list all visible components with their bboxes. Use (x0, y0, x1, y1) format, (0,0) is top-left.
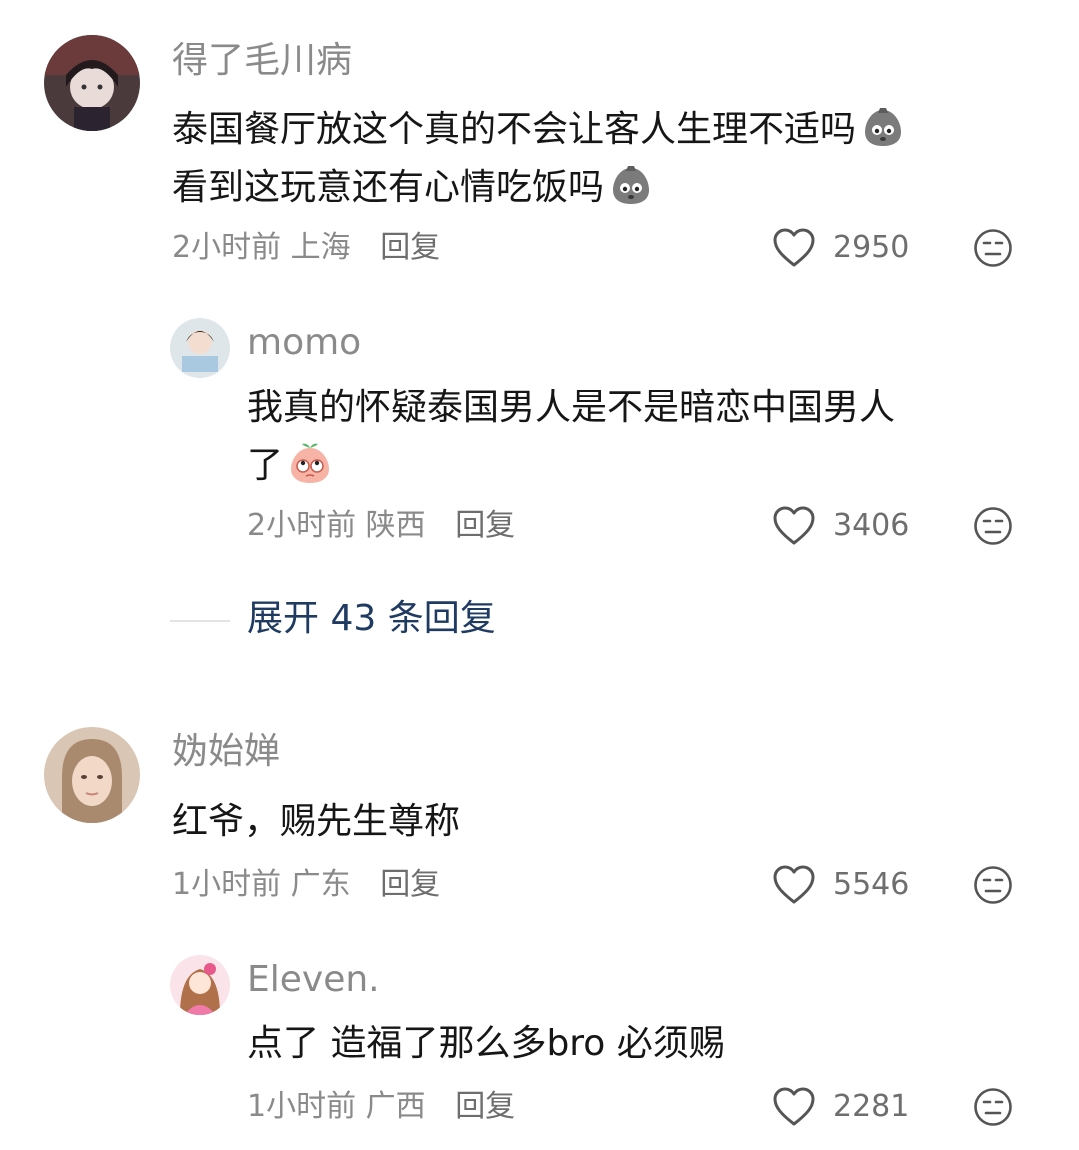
expand-replies-button[interactable]: 展开 43 条回复 (247, 595, 496, 643)
avatar[interactable] (170, 318, 230, 378)
comment-text: 我真的怀疑泰国男人是不是暗恋中国男人 了 (247, 379, 895, 495)
comment-line: 点了 造福了那么多bro 必须赐 (247, 1023, 725, 1064)
username[interactable]: 妫始婵 (172, 730, 280, 774)
like-button[interactable]: 2281 (771, 1083, 909, 1131)
reply-button[interactable]: 回复 (455, 1089, 515, 1124)
like-button[interactable]: 2950 (771, 224, 909, 272)
location: 广东 (290, 867, 351, 902)
timestamp: 2小时前 (172, 230, 282, 265)
dislike-button[interactable] (973, 865, 1013, 905)
location: 广西 (365, 1089, 426, 1124)
avatar[interactable] (44, 727, 140, 823)
heart-outline-icon (773, 1087, 815, 1126)
comment-text: 泰国餐厅放这个真的不会让客人生理不适吗 看到这玩意还有心情吃饭吗 (172, 101, 906, 217)
timestamp: 1小时前 (247, 1089, 357, 1124)
comment-meta: 2小时前 陕西 回复 (247, 506, 515, 546)
like-count: 3406 (833, 508, 910, 543)
comment-meta: 2小时前 上海 回复 (172, 228, 440, 268)
comment-line: 我真的怀疑泰国男人是不是暗恋中国男人 (247, 387, 896, 428)
comment-line: 泰国餐厅放这个真的不会让客人生理不适吗 (172, 109, 857, 150)
comment-line: 了 (247, 445, 284, 486)
grey-sweat-emoji-icon (860, 104, 906, 150)
like-count: 2281 (833, 1089, 910, 1124)
comment-text: 点了 造福了那么多bro 必须赐 (247, 1015, 725, 1073)
comment-meta: 1小时前 广西 回复 (247, 1087, 515, 1127)
reply-button[interactable]: 回复 (455, 508, 515, 543)
dislike-button[interactable] (973, 1087, 1013, 1127)
timestamp: 2小时前 (247, 508, 357, 543)
dislike-button[interactable] (973, 506, 1013, 546)
like-count: 2950 (833, 230, 910, 265)
avatar[interactable] (44, 35, 140, 131)
comment-line: 红爷，赐先生尊称 (172, 801, 461, 842)
like-count: 5546 (833, 867, 910, 902)
timestamp: 1小时前 (172, 867, 282, 902)
unhappy-face-icon (974, 866, 1012, 904)
heart-outline-icon (773, 865, 815, 904)
location: 陕西 (365, 508, 426, 543)
location: 上海 (290, 230, 351, 265)
avatar[interactable] (170, 955, 230, 1015)
grey-sweat-emoji-icon (608, 162, 654, 208)
unhappy-face-icon (974, 229, 1012, 267)
heart-outline-icon (773, 228, 815, 267)
username[interactable]: momo (247, 321, 361, 365)
like-button[interactable]: 5546 (771, 861, 909, 909)
unhappy-face-icon (974, 507, 1012, 545)
reply-button[interactable]: 回复 (380, 230, 440, 265)
comment-text: 红爷，赐先生尊称 (172, 793, 460, 851)
heart-outline-icon (773, 506, 815, 545)
comment-meta: 1小时前 广东 回复 (172, 865, 440, 905)
expand-divider (170, 620, 230, 622)
username[interactable]: 得了毛川病 (172, 39, 352, 83)
like-button[interactable]: 3406 (771, 502, 909, 550)
unhappy-face-icon (974, 1088, 1012, 1126)
username[interactable]: Eleven. (247, 958, 380, 1002)
reply-button[interactable]: 回复 (380, 867, 440, 902)
comment-line: 看到这玩意还有心情吃饭吗 (172, 167, 605, 208)
peach-rolling-eyes-emoji-icon (287, 440, 333, 486)
dislike-button[interactable] (973, 228, 1013, 268)
